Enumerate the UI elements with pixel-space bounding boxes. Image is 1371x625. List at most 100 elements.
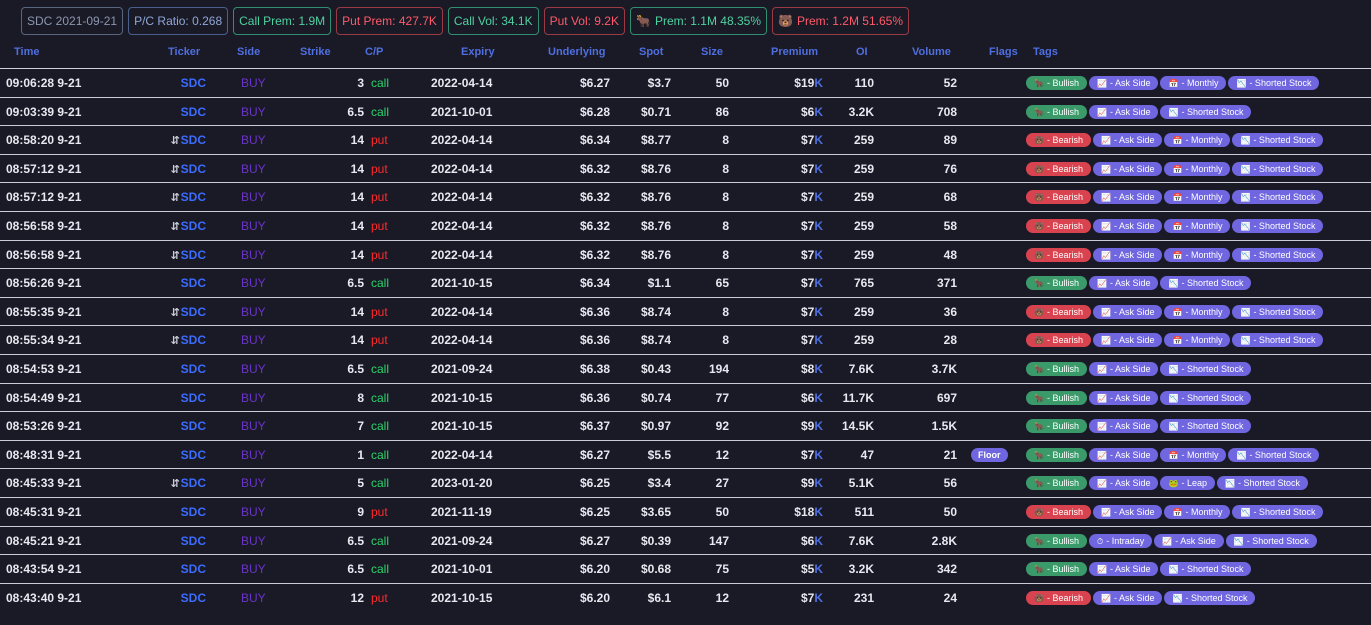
tag-bullish[interactable]: 🐂 - Bullish bbox=[1026, 390, 1087, 405]
table-row[interactable]: 08:56:58 9-21 ⇵SDC BUY 14 put 2022-04-14 $6.32… bbox=[0, 210, 1371, 240]
col-ticker-header[interactable]: Ticker bbox=[168, 46, 200, 58]
col-premium-header[interactable]: Premium bbox=[771, 46, 818, 58]
flag-badge[interactable]: Floor bbox=[971, 447, 1008, 462]
tag-shorted[interactable]: 📉 - Shorted Stock bbox=[1160, 276, 1252, 291]
table-row[interactable]: 08:45:31 9-21 SDC BUY 9 put 2021-11-19 $6.25 $3… bbox=[0, 496, 1371, 526]
ticker-link[interactable]: ⇵SDC bbox=[170, 219, 206, 233]
tag-ask[interactable]: 📈 - Ask Side bbox=[1092, 504, 1163, 519]
col-expiry-header[interactable]: Expiry bbox=[461, 46, 495, 58]
table-row[interactable]: 08:57:12 9-21 ⇵SDC BUY 14 put 2022-04-14 $6.32… bbox=[0, 153, 1371, 183]
tag-shorted[interactable]: 📉 - Shorted Stock bbox=[1160, 361, 1252, 376]
tag-shorted[interactable]: 📉 - Shorted Stock bbox=[1164, 590, 1256, 605]
tag-bearish[interactable]: 🐻 - Bearish bbox=[1026, 133, 1091, 148]
stat-chip[interactable]: Put Prem: 427.7K bbox=[336, 7, 443, 35]
tag-bullish[interactable]: 🐂 - Bullish bbox=[1026, 104, 1087, 119]
tag-monthly[interactable]: 📅 - Monthly bbox=[1164, 504, 1231, 519]
stat-chip[interactable]: SDC 2021-09-21 bbox=[21, 7, 124, 35]
tag-ask[interactable]: 📈 - Ask Side bbox=[1088, 447, 1159, 462]
tag-ask[interactable]: 📈 - Ask Side bbox=[1092, 590, 1163, 605]
tag-monthly[interactable]: 📅 - Monthly bbox=[1164, 190, 1231, 205]
tag-shorted[interactable]: 📉 - Shorted Stock bbox=[1160, 419, 1252, 434]
tag-bullish[interactable]: 🐂 - Bullish bbox=[1026, 476, 1087, 491]
ticker-link[interactable]: SDC bbox=[170, 534, 206, 548]
tag-shorted[interactable]: 📉 - Shorted Stock bbox=[1160, 104, 1252, 119]
tag-ask[interactable]: 📈 - Ask Side bbox=[1092, 218, 1163, 233]
tag-monthly[interactable]: 📅 - Monthly bbox=[1164, 333, 1231, 348]
table-row[interactable]: 09:06:28 9-21 SDC BUY 3 call 2022-04-14 $6.27 $… bbox=[0, 68, 1371, 97]
ticker-link[interactable]: SDC bbox=[170, 362, 206, 376]
ticker-link[interactable]: ⇵SDC bbox=[170, 333, 206, 347]
table-row[interactable]: 08:57:12 9-21 ⇵SDC BUY 14 put 2022-04-14 $6.32… bbox=[0, 182, 1371, 211]
tag-shorted[interactable]: 📉 - Shorted Stock bbox=[1232, 247, 1324, 262]
table-row[interactable]: 09:03:39 9-21 SDC BUY 6.5 call 2021-10-01 $6.2… bbox=[0, 96, 1371, 126]
ticker-link[interactable]: SDC bbox=[170, 76, 206, 90]
col-strike-header[interactable]: Strike bbox=[300, 46, 331, 58]
tag-bearish[interactable]: 🐻 - Bearish bbox=[1026, 161, 1091, 176]
ticker-link[interactable]: SDC bbox=[170, 391, 206, 405]
col-side-header[interactable]: Side bbox=[237, 46, 260, 58]
ticker-link[interactable]: ⇵SDC bbox=[170, 162, 206, 176]
tag-shorted[interactable]: 📉 - Shorted Stock bbox=[1228, 447, 1320, 462]
tag-monthly[interactable]: 📅 - Monthly bbox=[1164, 161, 1231, 176]
stat-chip[interactable]: Call Prem: 1.9M bbox=[233, 7, 332, 35]
table-row[interactable]: 08:55:35 9-21 ⇵SDC BUY 14 put 2022-04-14 $6.36… bbox=[0, 296, 1371, 326]
tag-ask[interactable]: 📈 - Ask Side bbox=[1092, 304, 1163, 319]
tag-bullish[interactable]: 🐂 - Bullish bbox=[1026, 533, 1087, 548]
tag-ask[interactable]: 📈 - Ask Side bbox=[1088, 390, 1159, 405]
tag-ask[interactable]: 📈 - Ask Side bbox=[1088, 104, 1159, 119]
tag-ask[interactable]: 📈 - Ask Side bbox=[1088, 76, 1159, 90]
ticker-link[interactable]: SDC bbox=[170, 448, 206, 462]
tag-monthly[interactable]: 📅 - Monthly bbox=[1164, 133, 1231, 148]
tag-ask[interactable]: 📈 - Ask Side bbox=[1088, 476, 1159, 491]
tag-ask[interactable]: 📈 - Ask Side bbox=[1088, 562, 1159, 577]
ticker-link[interactable]: SDC bbox=[170, 105, 206, 119]
tag-ask[interactable]: 📈 - Ask Side bbox=[1092, 161, 1163, 176]
tag-ask[interactable]: 📈 - Ask Side bbox=[1088, 419, 1159, 434]
col-tags-header[interactable]: Tags bbox=[1033, 46, 1058, 58]
tag-bullish[interactable]: 🐂 - Bullish bbox=[1026, 419, 1087, 434]
col-time-header[interactable]: Time bbox=[14, 46, 39, 58]
table-row[interactable]: 08:48:31 9-21 SDC BUY 1 call 2022-04-14 $6.27 $… bbox=[0, 439, 1371, 469]
col-flags-header[interactable]: Flags bbox=[989, 46, 1018, 58]
tag-shorted[interactable]: 📉 - Shorted Stock bbox=[1160, 390, 1252, 405]
tag-bullish[interactable]: 🐂 - Bullish bbox=[1026, 361, 1087, 376]
tag-monthly[interactable]: 📅 - Monthly bbox=[1164, 247, 1231, 262]
tag-ask[interactable]: 📈 - Ask Side bbox=[1092, 247, 1163, 262]
col-size-header[interactable]: Size bbox=[701, 46, 723, 58]
ticker-link[interactable]: SDC bbox=[170, 505, 206, 519]
table-row[interactable]: 08:55:34 9-21 ⇵SDC BUY 14 put 2022-04-14 $6.36… bbox=[0, 325, 1371, 354]
tag-shorted[interactable]: 📉 - Shorted Stock bbox=[1232, 133, 1324, 148]
ticker-link[interactable]: ⇵SDC bbox=[170, 248, 206, 262]
ticker-link[interactable]: ⇵SDC bbox=[170, 476, 206, 490]
tag-shorted[interactable]: 📉 - Shorted Stock bbox=[1232, 333, 1324, 348]
tag-monthly[interactable]: 📅 - Monthly bbox=[1160, 447, 1227, 462]
table-row[interactable]: 08:45:21 9-21 SDC BUY 6.5 call 2021-09-24 $6.2… bbox=[0, 525, 1371, 555]
tag-bearish[interactable]: 🐻 - Bearish bbox=[1026, 247, 1091, 262]
tag-bearish[interactable]: 🐻 - Bearish bbox=[1026, 218, 1091, 233]
stat-chip[interactable]: Put Vol: 9.2K bbox=[543, 7, 625, 35]
tag-ask[interactable]: 📈 - Ask Side bbox=[1092, 190, 1163, 205]
tag-bearish[interactable]: 🐻 - Bearish bbox=[1026, 304, 1091, 319]
tag-shorted[interactable]: 📉 - Shorted Stock bbox=[1228, 76, 1320, 90]
tag-bearish[interactable]: 🐻 - Bearish bbox=[1026, 590, 1091, 605]
col-cp-header[interactable]: C/P bbox=[365, 46, 383, 58]
tag-bearish[interactable]: 🐻 - Bearish bbox=[1026, 333, 1091, 348]
table-row[interactable]: 08:56:58 9-21 ⇵SDC BUY 14 put 2022-04-14 $6.32… bbox=[0, 239, 1371, 269]
table-row[interactable]: 08:43:54 9-21 SDC BUY 6.5 call 2021-10-01 $6.2… bbox=[0, 554, 1371, 583]
col-spot-header[interactable]: Spot bbox=[639, 46, 663, 58]
tag-ask[interactable]: 📈 - Ask Side bbox=[1088, 276, 1159, 291]
tag-shorted[interactable]: 📉 - Shorted Stock bbox=[1160, 562, 1252, 577]
ticker-link[interactable]: ⇵SDC bbox=[170, 305, 206, 319]
stat-chip[interactable]: 🐻 Prem: 1.2M 51.65% bbox=[772, 7, 910, 35]
ticker-link[interactable]: SDC bbox=[170, 591, 206, 605]
col-oi-header[interactable]: OI bbox=[856, 46, 868, 58]
tag-shorted[interactable]: 📉 - Shorted Stock bbox=[1232, 304, 1324, 319]
table-row[interactable]: 08:56:26 9-21 SDC BUY 6.5 call 2021-10-15 $6.3… bbox=[0, 268, 1371, 297]
tag-leap[interactable]: 🐸 - Leap bbox=[1160, 476, 1215, 491]
table-row[interactable]: 08:54:49 9-21 SDC BUY 8 call 2021-10-15 $6.36 $… bbox=[0, 382, 1371, 412]
col-volume-header[interactable]: Volume bbox=[912, 46, 951, 58]
stat-chip[interactable]: 🐂 Prem: 1.1M 48.35% bbox=[629, 7, 767, 35]
ticker-link[interactable]: ⇵SDC bbox=[170, 190, 206, 204]
tag-shorted[interactable]: 📉 - Shorted Stock bbox=[1232, 504, 1324, 519]
tag-monthly[interactable]: 📅 - Monthly bbox=[1160, 76, 1227, 90]
